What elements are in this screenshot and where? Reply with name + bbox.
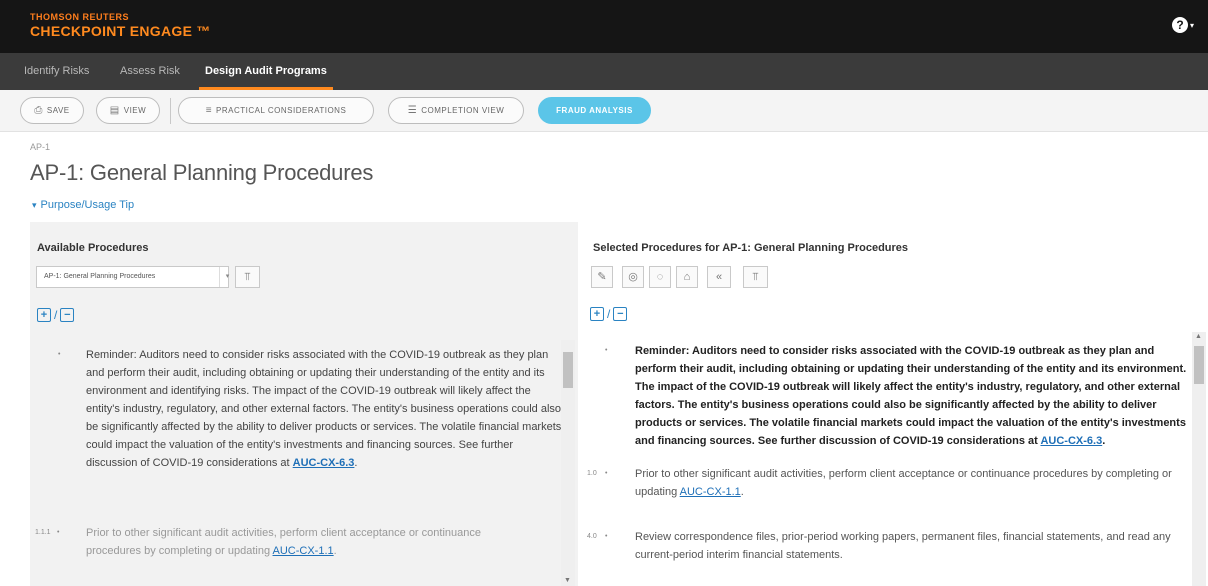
expand-collapse-controls: + / − bbox=[590, 307, 628, 321]
practical-considerations-button[interactable]: ≡ PRACTICAL CONSIDERATIONS bbox=[178, 97, 374, 124]
brand-product: CHECKPOINT ENGAGE ™ bbox=[30, 23, 211, 39]
view-icon: ▤ bbox=[109, 105, 120, 116]
breadcrumb: AP-1 bbox=[30, 142, 51, 152]
collapse-all-icon[interactable]: − bbox=[613, 307, 628, 321]
chevron-down-icon: ▾ bbox=[1189, 20, 1194, 30]
delete-button[interactable]: ⌂ bbox=[676, 266, 698, 288]
scroll-up-icon[interactable]: ▲ bbox=[1195, 333, 1202, 340]
practical-considerations-label: PRACTICAL CONSIDERATIONS bbox=[216, 106, 347, 115]
filter-icon: ⫪ bbox=[752, 271, 759, 283]
checklist-icon: ☰ bbox=[407, 105, 418, 116]
completion-view-button[interactable]: ☰ COMPLETION VIEW bbox=[388, 97, 524, 124]
item-bullet: • bbox=[57, 529, 60, 536]
purpose-usage-tip-toggle[interactable]: ▾ Purpose/Usage Tip bbox=[32, 199, 134, 211]
brand-logo: THOMSON REUTERS CHECKPOINT ENGAGE ™ bbox=[30, 12, 211, 40]
list-item[interactable]: • Reminder: Auditors need to consider ri… bbox=[605, 342, 1189, 452]
list-icon: ≡ bbox=[205, 105, 213, 116]
help-icon[interactable]: ? bbox=[1171, 17, 1188, 33]
scrollbar-thumb[interactable] bbox=[1194, 346, 1204, 384]
collapse-all-icon[interactable]: − bbox=[60, 308, 75, 322]
remove-all-button[interactable]: « bbox=[707, 266, 731, 288]
double-left-icon: « bbox=[715, 271, 723, 283]
item-bullet: • bbox=[605, 347, 608, 354]
item-text: Reminder: Auditors need to consider risk… bbox=[635, 345, 1187, 447]
chevron-down-icon: ▾ bbox=[32, 199, 37, 210]
scroll-down-icon[interactable]: ▼ bbox=[564, 577, 571, 584]
comment-button[interactable]: ◌ bbox=[649, 266, 671, 288]
separator: / bbox=[607, 307, 611, 321]
tab-identify-risks[interactable]: Identify Risks bbox=[24, 53, 89, 90]
save-icon: ⎙ bbox=[34, 105, 43, 116]
toolbar: ⎙ SAVE ▤ VIEW ≡ PRACTICAL CONSIDERATIONS… bbox=[0, 90, 1208, 132]
separator: / bbox=[54, 308, 58, 322]
tab-design-audit-programs[interactable]: Design Audit Programs bbox=[199, 53, 333, 90]
procedure-select-value: AP-1: General Planning Procedures bbox=[44, 273, 156, 280]
item-text: Prior to other significant audit activit… bbox=[86, 527, 481, 557]
procedure-select[interactable]: AP-1: General Planning Procedures ▾ bbox=[36, 266, 229, 288]
main-tabs: Identify Risks Assess Risk Design Audit … bbox=[0, 53, 1208, 90]
tip-label: Purpose/Usage Tip bbox=[40, 199, 135, 211]
filter-button[interactable]: ⫪ bbox=[235, 266, 260, 288]
item-number: 1.1.1 bbox=[35, 529, 51, 536]
item-bullet: • bbox=[58, 351, 61, 358]
fraud-analysis-button[interactable]: FRAUD ANALYSIS bbox=[538, 97, 651, 124]
selected-procedures-list: • Reminder: Auditors need to consider ri… bbox=[584, 330, 1208, 586]
selected-procedures-heading: Selected Procedures for AP-1: General Pl… bbox=[593, 242, 909, 254]
target-button[interactable]: ◎ bbox=[622, 266, 644, 288]
item-number: 1.0 bbox=[587, 470, 597, 477]
brand-company: THOMSON REUTERS bbox=[30, 12, 130, 22]
save-button[interactable]: ⎙ SAVE bbox=[20, 97, 84, 124]
pencil-icon: ✎ bbox=[597, 271, 607, 283]
auc-cx-1-1-link[interactable]: AUC-CX-1.1 bbox=[680, 486, 741, 498]
comment-icon: ◌ bbox=[656, 271, 664, 283]
auc-cx-1-1-link[interactable]: AUC-CX-1.1 bbox=[273, 545, 334, 557]
tab-assess-risk[interactable]: Assess Risk bbox=[120, 53, 180, 90]
fraud-analysis-label: FRAUD ANALYSIS bbox=[556, 106, 633, 115]
toolbar-divider bbox=[170, 98, 171, 124]
scrollbar[interactable]: ▲ bbox=[1192, 332, 1206, 586]
filter-icon: ⫪ bbox=[244, 271, 251, 283]
expand-all-icon[interactable]: + bbox=[37, 308, 51, 322]
scrollbar[interactable]: ▼ bbox=[561, 340, 575, 586]
expand-all-icon[interactable]: + bbox=[590, 307, 604, 321]
filter-button[interactable]: ⫪ bbox=[743, 266, 768, 288]
target-icon: ◎ bbox=[628, 271, 638, 283]
edit-button[interactable]: ✎ bbox=[591, 266, 613, 288]
available-procedures-list: • Reminder: Auditors need to consider ri… bbox=[30, 332, 578, 586]
auc-cx-6-3-link[interactable]: AUC-CX-6.3 bbox=[293, 457, 355, 469]
item-number: 4.0 bbox=[587, 533, 597, 540]
app-header: THOMSON REUTERS CHECKPOINT ENGAGE ™ ? ▾ bbox=[0, 0, 1208, 53]
expand-collapse-controls: + / − bbox=[37, 308, 75, 322]
save-label: SAVE bbox=[46, 106, 70, 115]
item-text: Prior to other significant audit activit… bbox=[635, 468, 1172, 498]
available-procedures-panel: Available Procedures AP-1: General Plann… bbox=[30, 222, 578, 586]
item-bullet: • bbox=[605, 470, 608, 477]
available-procedures-heading: Available Procedures bbox=[37, 242, 149, 254]
item-text: Review correspondence files, prior-perio… bbox=[635, 531, 1171, 561]
scrollbar-thumb[interactable] bbox=[563, 352, 573, 388]
trash-icon: ⌂ bbox=[683, 271, 691, 283]
completion-view-label: COMPLETION VIEW bbox=[421, 106, 505, 115]
item-text: Reminder: Auditors need to consider risk… bbox=[86, 349, 562, 469]
item-bullet: • bbox=[605, 533, 608, 540]
page-title: AP-1: General Planning Procedures bbox=[30, 160, 374, 185]
chevron-down-icon: ▾ bbox=[219, 267, 235, 287]
auc-cx-6-3-link[interactable]: AUC-CX-6.3 bbox=[1040, 435, 1102, 447]
view-button[interactable]: ▤ VIEW bbox=[96, 97, 160, 124]
help-menu[interactable]: ? ▾ bbox=[1171, 17, 1194, 33]
view-label: VIEW bbox=[123, 106, 147, 115]
